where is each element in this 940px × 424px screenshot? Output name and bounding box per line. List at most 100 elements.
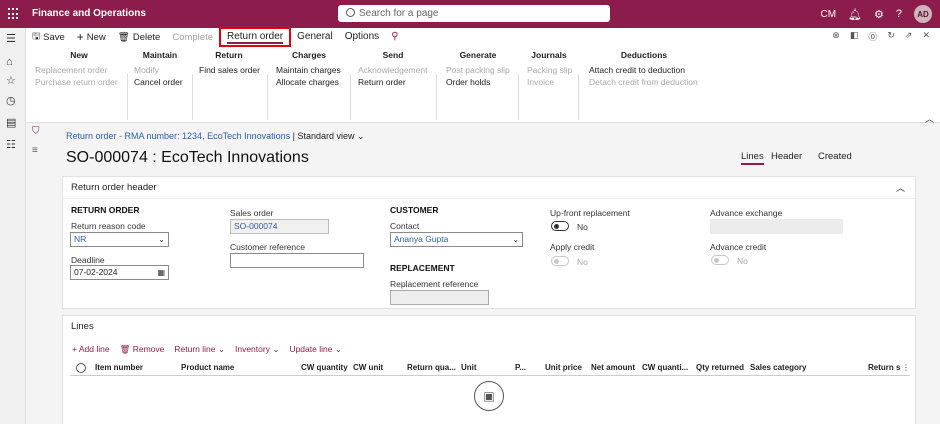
upfront-toggle[interactable] (551, 221, 569, 231)
replacement-order-button[interactable]: Replacement order (35, 64, 123, 76)
tab-general[interactable]: General (291, 28, 339, 46)
trash-icon: 🗑︎ (117, 31, 130, 43)
clock-icon[interactable]: ◷ (6, 94, 16, 107)
list-icon[interactable]: ≡ (32, 145, 38, 156)
col-qty-returned[interactable]: Qty returned (696, 363, 744, 372)
purchase-return-order-button[interactable]: Purchase return order (35, 76, 123, 88)
refresh-icon[interactable]: ↻ (887, 30, 895, 43)
group-send: Send Acknowledgement Return order (358, 50, 428, 88)
collapse-icon[interactable]: ︿ (925, 112, 934, 125)
search-actions-icon[interactable]: ⚲ (385, 28, 404, 46)
remove-button[interactable]: 🗑︎ Remove (120, 344, 165, 355)
col-return-status[interactable]: Return s (868, 363, 900, 372)
customer-section: CUSTOMER (390, 205, 439, 215)
tab-return-order[interactable]: Return order (219, 27, 292, 47)
star-icon[interactable]: ☆ (6, 74, 16, 87)
filter-icon[interactable]: ⛉ (32, 126, 40, 137)
modules-icon[interactable]: ☷ (6, 138, 16, 151)
apply-credit-toggle[interactable] (551, 256, 569, 266)
advance-credit-label: Advance credit (710, 242, 767, 252)
contact-field[interactable]: Ananya Gupta ⌄ (390, 232, 523, 247)
post-packing-slip-button[interactable]: Post packing slip (446, 64, 510, 76)
col-cw-quantity-2[interactable]: CW quanti... (642, 363, 688, 372)
group-new: New Replacement order Purchase return or… (35, 50, 123, 88)
connect-icon[interactable]: ⊗ (832, 30, 840, 43)
invoice-journal-button[interactable]: Invoice (527, 76, 571, 88)
notification-icon[interactable]: ⓪ (868, 30, 877, 43)
sales-order-label: Sales order (230, 208, 274, 218)
company-picker[interactable]: CM (820, 9, 836, 20)
col-sales-category[interactable]: Sales category (750, 363, 806, 372)
card-title[interactable]: Return order header (71, 182, 157, 193)
collapse-chevron-icon[interactable]: ︿ (896, 177, 905, 199)
attach-credit-button[interactable]: Attach credit to deduction (589, 64, 699, 76)
view-selector[interactable]: Standard view (297, 131, 354, 141)
col-net-amount[interactable]: Net amount (591, 363, 635, 372)
hamburger-icon[interactable]: ☰ (6, 32, 16, 45)
app-launcher-icon[interactable] (8, 8, 20, 20)
sales-order-field[interactable]: SO-000074 (230, 219, 329, 234)
order-holds-button[interactable]: Order holds (446, 76, 510, 88)
trash-icon: 🗑︎ (119, 344, 133, 354)
advance-credit-toggle[interactable] (711, 255, 729, 265)
plus-icon: + (76, 30, 84, 44)
complete-button[interactable]: Complete (166, 28, 219, 46)
workspace-icon[interactable]: ▤ (6, 116, 16, 129)
group-generate: Generate Post packing slip Order holds (446, 50, 510, 88)
delete-button[interactable]: 🗑︎ Delete (112, 28, 167, 46)
office-icon[interactable]: ◧ (850, 30, 859, 43)
tab-options[interactable]: Options (339, 28, 385, 46)
col-return-quantity[interactable]: Return qua... (407, 363, 456, 372)
tab-created[interactable]: Created (818, 151, 852, 162)
search-input[interactable]: Search for a page (338, 5, 610, 22)
allocate-charges-button[interactable]: Allocate charges (276, 76, 342, 88)
inventory-menu[interactable]: Inventory ⌄ (235, 344, 279, 355)
bell-icon[interactable]: 🔔︎ (848, 8, 862, 21)
return-line-menu[interactable]: Return line ⌄ (174, 344, 225, 355)
tab-lines[interactable]: Lines (741, 151, 764, 165)
deadline-label: Deadline (71, 255, 105, 265)
home-icon[interactable]: ⌂ (6, 56, 13, 68)
avatar[interactable]: AD (914, 5, 932, 23)
tab-header[interactable]: Header (771, 151, 802, 162)
group-journals: Journals Packing slip Invoice (527, 50, 573, 88)
col-unit[interactable]: Unit (461, 363, 477, 372)
customer-reference-field[interactable] (230, 253, 364, 268)
group-return: Return Find sales order (199, 50, 260, 75)
close-icon[interactable]: ✕ (922, 30, 930, 43)
deadline-field[interactable]: 07-02-2024 ▦ (70, 265, 169, 280)
detach-credit-button[interactable]: Detach credit from deduction (589, 76, 699, 88)
find-sales-order-button[interactable]: Find sales order (199, 65, 260, 75)
return-order-send-button[interactable]: Return order (358, 76, 428, 88)
update-line-menu[interactable]: Update line ⌄ (289, 344, 342, 355)
more-icon[interactable]: ⋮ (902, 363, 910, 372)
select-all-radio[interactable] (76, 363, 86, 373)
upfront-value: No (577, 222, 588, 232)
chevron-down-icon: ⌄ (158, 235, 165, 244)
card-title[interactable]: Lines (71, 321, 94, 332)
advance-exchange-field[interactable] (710, 219, 843, 234)
acknowledgement-button[interactable]: Acknowledgement (358, 64, 428, 76)
customer-ref-label: Customer reference (230, 242, 306, 252)
packing-slip-journal-button[interactable]: Packing slip (527, 64, 572, 76)
col-item-number[interactable]: Item number (95, 363, 143, 372)
save-button[interactable]: 🖫 Save (26, 28, 71, 46)
add-line-button[interactable]: + Add line (72, 344, 110, 355)
group-maintain: Maintain Modify Cancel order (134, 50, 186, 88)
col-cw-unit[interactable]: CW unit (353, 363, 383, 372)
col-unit-price[interactable]: Unit price (545, 363, 582, 372)
cancel-order-button[interactable]: Cancel order (134, 76, 186, 88)
replacement-ref-label: Replacement reference (390, 279, 479, 289)
col-cw-quantity[interactable]: CW quantity (301, 363, 348, 372)
gear-icon[interactable]: ⚙ (874, 8, 884, 21)
popout-icon[interactable]: ⇗ (905, 30, 913, 43)
maintain-charges-button[interactable]: Maintain charges (276, 64, 342, 76)
modify-button[interactable]: Modify (134, 64, 186, 76)
col-product-name[interactable]: Product name (181, 363, 234, 372)
replacement-reference-field[interactable] (390, 290, 489, 305)
help-icon[interactable]: ? (896, 8, 902, 20)
return-reason-field[interactable]: NR ⌄ (70, 232, 169, 247)
col-p[interactable]: P... (515, 363, 526, 372)
breadcrumb[interactable]: Return order - RMA number: 1234, EcoTech… (66, 131, 365, 142)
new-button[interactable]: + New (71, 28, 112, 46)
